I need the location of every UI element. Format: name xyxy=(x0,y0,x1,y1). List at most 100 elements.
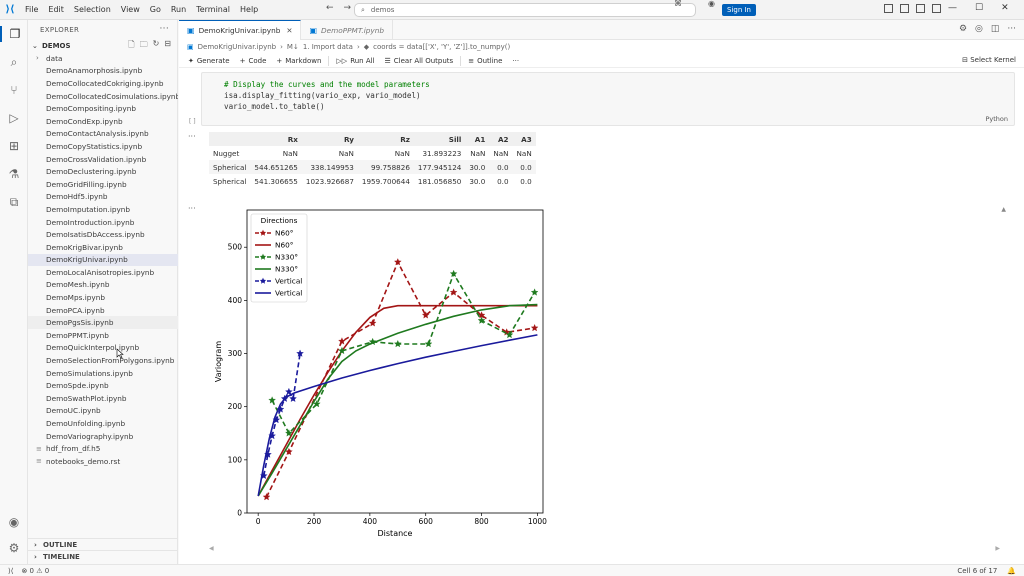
file-item[interactable]: DemoPCA.ipynb xyxy=(28,304,178,317)
select-kernel-button[interactable]: ⊟ Select Kernel xyxy=(962,56,1016,64)
command-center[interactable]: ⌕ demos xyxy=(354,3,696,17)
add-code-button[interactable]: + Code xyxy=(235,57,272,65)
more-actions-icon[interactable]: ··· xyxy=(1007,24,1016,34)
file-item[interactable]: DemoCompositing.ipynb xyxy=(28,102,178,115)
accounts-icon[interactable]: ◉ xyxy=(6,514,22,530)
cell-language[interactable]: Python xyxy=(985,115,1008,123)
code-cell[interactable]: # Display the curves and the model param… xyxy=(201,72,1015,126)
file-item[interactable]: DemoAnamorphosis.ipynb xyxy=(28,65,178,78)
menu-help[interactable]: Help xyxy=(235,5,263,14)
generate-button[interactable]: ✦ Generate xyxy=(183,57,235,65)
file-item[interactable]: DemoSimulations.ipynb xyxy=(28,367,178,380)
close-tab-icon[interactable]: ✕ xyxy=(286,26,292,35)
menu-edit[interactable]: Edit xyxy=(43,5,69,14)
add-markdown-button[interactable]: + Markdown xyxy=(271,57,326,65)
file-item[interactable]: DemoCondExp.ipynb xyxy=(28,115,178,128)
breadcrumb-section[interactable]: 1. Import data xyxy=(303,43,353,51)
file-item[interactable]: ≡ hdf_from_df.h5 xyxy=(28,442,178,455)
refresh-icon[interactable]: ↻ xyxy=(153,39,160,53)
file-item[interactable]: DemoHdf5.ipynb xyxy=(28,191,178,204)
compare-icon[interactable]: ◎ xyxy=(975,24,983,34)
forward-arrow-icon[interactable]: → xyxy=(344,3,352,13)
file-item[interactable]: DemoGridFilling.ipynb xyxy=(28,178,178,191)
search-view-icon[interactable]: ⌕ xyxy=(6,54,22,70)
file-item[interactable]: DemoSpde.ipynb xyxy=(28,379,178,392)
toggle-secondary-sidebar-icon[interactable] xyxy=(916,4,925,13)
file-item[interactable]: DemoMps.ipynb xyxy=(28,291,178,304)
scroll-left-arrow-icon[interactable]: ◀ xyxy=(209,545,214,552)
remote-indicator-icon[interactable]: ⟩⟨ xyxy=(8,567,13,575)
file-item[interactable]: DemoIsatisDbAccess.ipynb xyxy=(28,228,178,241)
file-item[interactable]: DemoImputation.ipynb xyxy=(28,203,178,216)
file-item[interactable]: DemoContactAnalysis.ipynb xyxy=(28,128,178,141)
new-folder-icon[interactable]: 🗀 xyxy=(140,39,148,53)
gear-icon[interactable]: ⚙ xyxy=(959,24,967,34)
maximize-icon[interactable]: ☐ xyxy=(975,3,983,13)
file-item[interactable]: DemoUC.ipynb xyxy=(28,405,178,418)
menu-selection[interactable]: Selection xyxy=(69,5,116,14)
scroll-up-arrow-icon[interactable]: ▲ xyxy=(1001,206,1006,213)
sign-in-button[interactable]: Sign In xyxy=(722,4,756,16)
split-editor-icon[interactable]: ◫ xyxy=(991,24,1000,34)
file-item[interactable]: DemoDeclustering.ipynb xyxy=(28,165,178,178)
file-item[interactable]: DemoPgsSis.ipynb xyxy=(28,316,178,330)
explorer-icon[interactable]: ❐ xyxy=(0,26,28,42)
clear-outputs-button[interactable]: ☰ Clear All Outputs xyxy=(380,57,459,65)
file-item[interactable]: DemoUnfolding.ipynb xyxy=(28,417,178,430)
tab-demoppmt[interactable]: ▣ DemoPPMT.ipynb xyxy=(301,20,393,40)
file-item[interactable]: DemoVariography.ipynb xyxy=(28,430,178,443)
outline-section[interactable]: › OUTLINE xyxy=(28,538,178,550)
menu-terminal[interactable]: Terminal xyxy=(191,5,235,14)
settings-gear-icon[interactable]: ⚙ xyxy=(6,540,22,556)
file-item[interactable]: DemoSelectionFromPolygons.ipynb xyxy=(28,354,178,367)
customize-layout-icon[interactable] xyxy=(932,4,941,13)
account-icon[interactable]: ◉ xyxy=(708,0,715,8)
run-debug-icon[interactable]: ▷ xyxy=(6,110,22,126)
cell-indicator[interactable]: Cell 6 of 17 xyxy=(957,567,997,575)
file-item[interactable]: ≡ notebooks_demo.rst xyxy=(28,455,178,468)
breadcrumb-file[interactable]: DemoKrigUnivar.ipynb xyxy=(198,43,276,51)
menu-file[interactable]: File xyxy=(20,5,43,14)
menu-go[interactable]: Go xyxy=(145,5,166,14)
file-item[interactable]: DemoMesh.ipynb xyxy=(28,279,178,292)
new-file-icon[interactable]: 🗋 xyxy=(128,39,134,53)
more-actions-icon[interactable]: ··· xyxy=(160,24,169,34)
file-item[interactable]: DemoCollocatedCosimulations.ipynb xyxy=(28,90,178,103)
file-item[interactable]: DemoKrigUnivar.ipynb xyxy=(28,253,178,267)
run-all-button[interactable]: ▷▷ Run All xyxy=(331,57,379,65)
menu-view[interactable]: View xyxy=(116,5,145,14)
breadcrumb-symbol[interactable]: coords = data[['X', 'Y', 'Z']].to_numpy(… xyxy=(373,43,510,51)
toolbar-more-icon[interactable]: ··· xyxy=(507,57,524,65)
menu-run[interactable]: Run xyxy=(166,5,191,14)
close-window-icon[interactable]: ✕ xyxy=(1001,3,1009,13)
source-control-icon[interactable]: ⑂ xyxy=(6,82,22,98)
file-item[interactable]: DemoCopyStatistics.ipynb xyxy=(28,140,178,153)
tab-demokrigunivar[interactable]: ▣ DemoKrigUnivar.ipynb ✕ xyxy=(179,20,302,40)
minimize-icon[interactable]: — xyxy=(948,3,957,13)
file-item[interactable]: DemoSwathPlot.ipynb xyxy=(28,392,178,405)
copilot-icon[interactable]: ⌘ xyxy=(674,0,682,8)
output-more-icon[interactable]: ··· xyxy=(188,132,196,141)
testing-icon[interactable]: ⚗ xyxy=(6,166,22,182)
extensions-icon[interactable]: ⊞ xyxy=(6,138,22,154)
file-item[interactable]: DemoKrigBivar.ipynb xyxy=(28,241,178,254)
file-item[interactable]: DemoCollocatedCokriging.ipynb xyxy=(28,77,178,90)
file-item[interactable]: DemoIntroduction.ipynb xyxy=(28,216,178,229)
file-item[interactable]: DemoCrossValidation.ipynb xyxy=(28,153,178,166)
file-item[interactable]: DemoPPMT.ipynb xyxy=(28,329,178,342)
scroll-right-arrow-icon[interactable]: ▶ xyxy=(995,545,1000,552)
file-item[interactable]: DemoQuickInterpol.ipynb xyxy=(28,342,178,355)
back-arrow-icon[interactable]: ← xyxy=(326,3,334,13)
problems-indicator[interactable]: ⊗ 0 ⚠ 0 xyxy=(21,567,49,575)
notifications-bell-icon[interactable]: 🔔 xyxy=(1007,567,1016,575)
toggle-primary-sidebar-icon[interactable] xyxy=(884,4,893,13)
file-item[interactable]: DemoLocalAnisotropies.ipynb xyxy=(28,266,178,279)
toggle-panel-icon[interactable] xyxy=(900,4,909,13)
workspace-folder[interactable]: ⌄ DEMOS 🗋 🗀 ↻ ⊟ xyxy=(28,39,177,53)
remote-explorer-icon[interactable]: ⧉ xyxy=(6,194,22,210)
folder-item[interactable]: › data xyxy=(28,52,178,65)
outline-button[interactable]: ≡ Outline xyxy=(463,57,507,65)
timeline-section[interactable]: › TIMELINE xyxy=(28,550,178,562)
output-more-icon[interactable]: ··· xyxy=(188,204,196,213)
collapse-all-icon[interactable]: ⊟ xyxy=(164,39,171,53)
